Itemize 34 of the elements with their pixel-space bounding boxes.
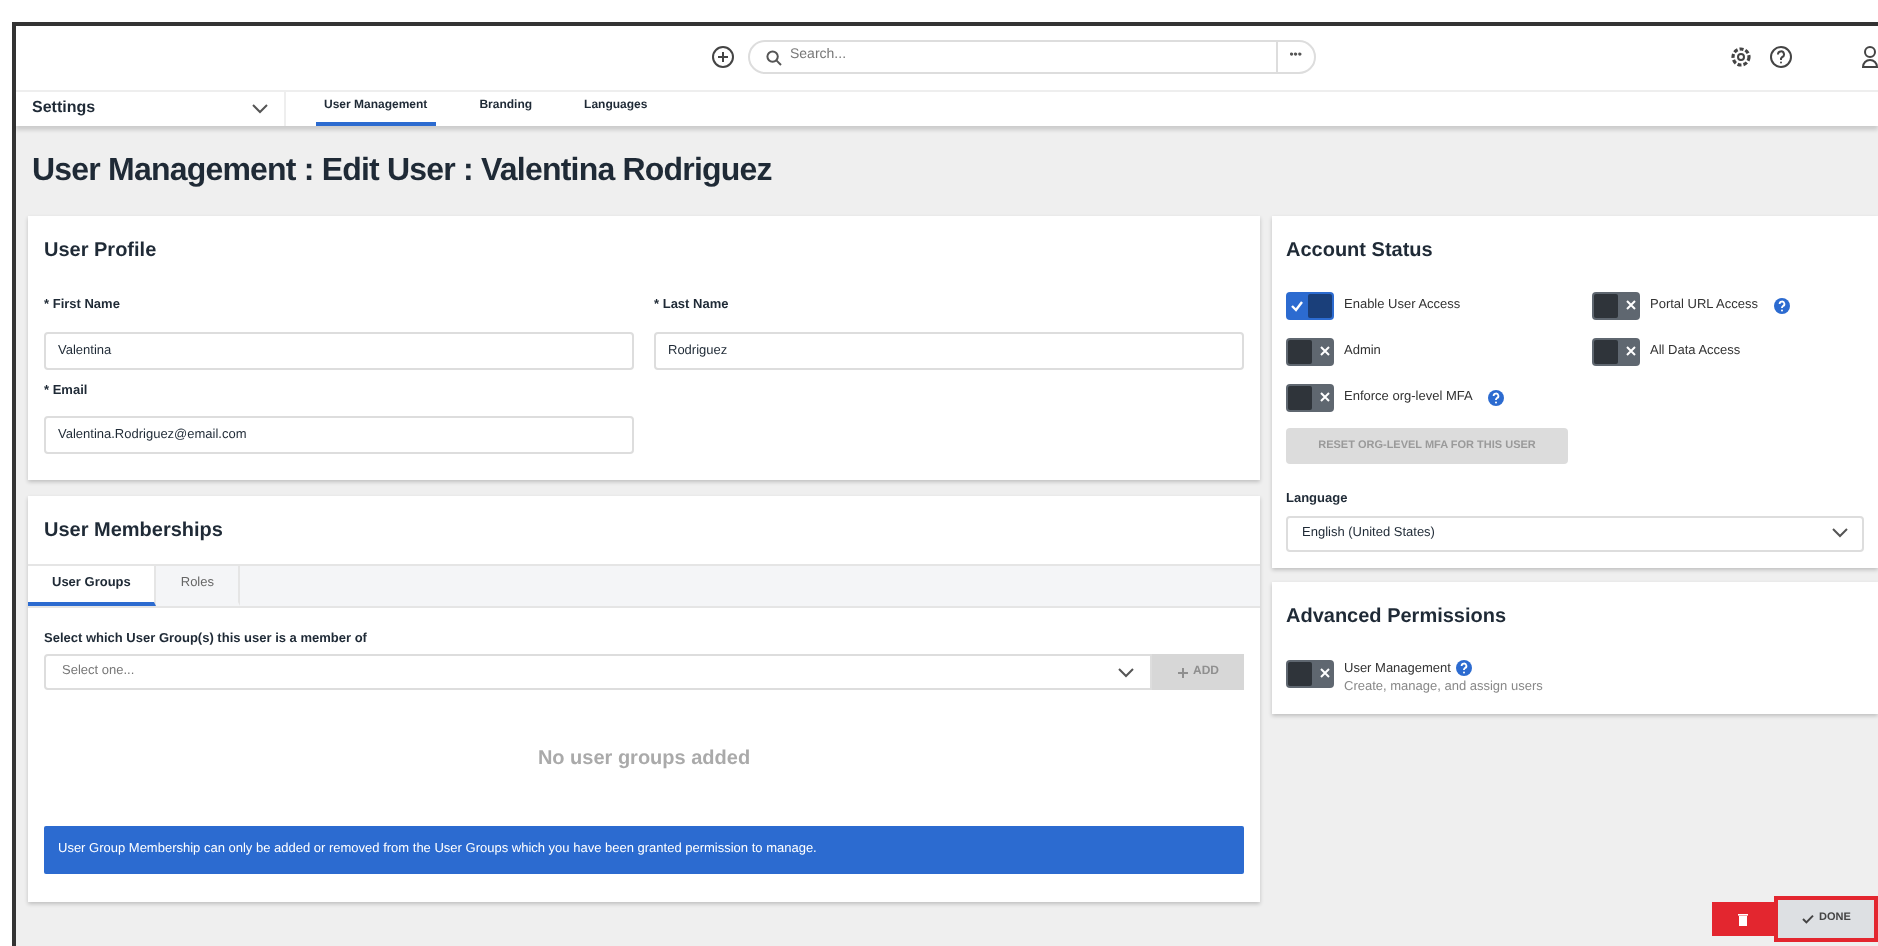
card-heading: Advanced Permissions [1286,603,1509,631]
section-dropdown[interactable]: Settings [16,91,286,126]
help-icon[interactable] [1770,46,1792,68]
page-title: User Management : Edit User : Valentina Rodriguez [32,151,774,192]
chevron-down-icon [1118,667,1134,677]
trash-icon [1738,913,1748,925]
check-icon [1801,914,1814,924]
toggle-switch[interactable] [1286,383,1334,412]
toggle-switch[interactable] [1286,337,1334,366]
delete-button[interactable] [1712,902,1774,936]
card-heading: User Memberships [42,518,225,547]
check-icon [1289,299,1303,312]
toggle-switch[interactable] [1592,291,1640,320]
help-icon[interactable] [1773,297,1790,314]
card-heading: User Profile [44,237,159,266]
toggle-switch[interactable] [1286,291,1334,320]
x-icon [1625,346,1635,357]
x-icon [1319,392,1329,403]
help-icon[interactable] [1456,660,1473,677]
help-icon[interactable] [1488,389,1505,406]
search-icon [766,49,782,65]
empty-state-text: No user groups added [535,746,753,774]
chevron-down-icon [252,103,268,114]
chevron-down-icon [1832,528,1848,538]
toggle-switch[interactable] [1592,337,1640,366]
x-icon [1625,300,1635,311]
card-heading: Account Status [1286,237,1435,266]
user-icon[interactable] [1862,46,1878,68]
x-icon [1319,668,1329,678]
settings-icon[interactable] [1730,46,1752,68]
plus-icon [1177,667,1187,677]
x-icon [1319,346,1329,357]
add-icon[interactable] [712,46,734,68]
toggle-switch[interactable] [1286,659,1334,687]
